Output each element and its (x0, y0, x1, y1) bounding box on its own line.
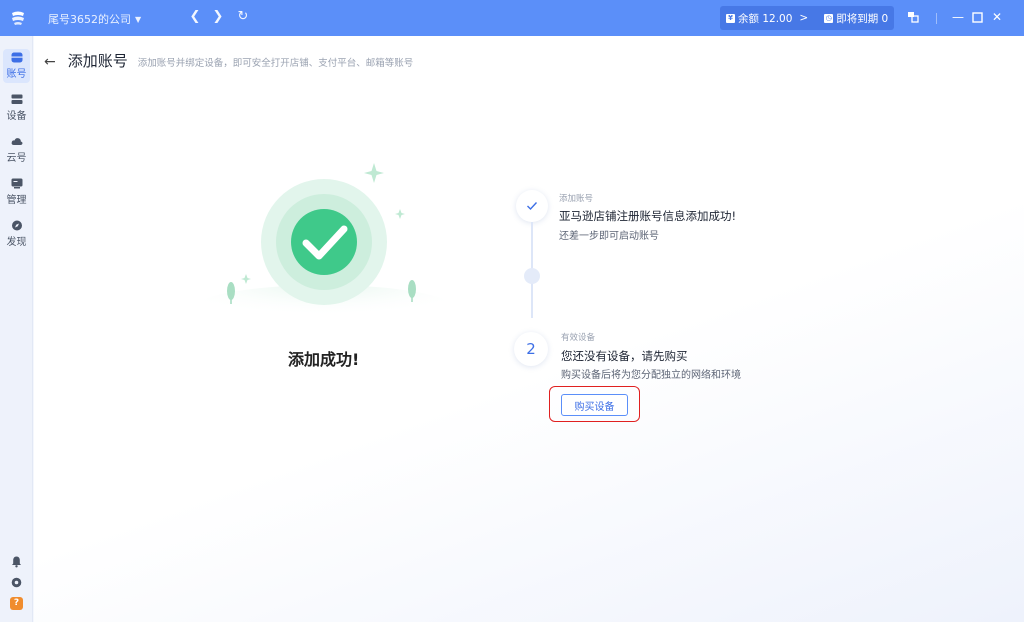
cloud-icon (11, 138, 22, 145)
main-content: ← 添加账号 添加账号并绑定设备，即可安全打开店铺、支付平台、邮箱等账号 添加成… (34, 36, 1024, 622)
sidebar-item-device[interactable]: 设备 (0, 94, 33, 122)
success-illustration (189, 163, 459, 321)
step-1-tag: 添加账号 (559, 194, 594, 204)
screen-toggle-icon[interactable] (907, 11, 919, 23)
maximize-button[interactable] (972, 12, 983, 23)
page-subtitle: 添加账号并绑定设备，即可安全打开店铺、支付平台、邮箱等账号 (137, 58, 414, 69)
refresh-icon[interactable]: ↻ (235, 9, 251, 24)
gear-icon[interactable] (10, 576, 23, 589)
step-2-title: 您还没有设备，请先购买 (561, 349, 688, 363)
page-title: 添加账号 (67, 52, 128, 70)
step-1-title: 亚马逊店铺注册账号信息添加成功! (559, 209, 737, 223)
sidebar: 账号 设备 云号 管理 发现 ? (0, 36, 33, 622)
step-2-tag: 有效设备 (561, 333, 596, 343)
success-message: 添加成功! (288, 350, 360, 369)
balance-label: 余额 12.00 (738, 12, 793, 25)
expire-label: 即将到期 0 (836, 12, 889, 25)
device-icon (11, 94, 22, 104)
step-1-indicator (516, 190, 548, 222)
titlebar-divider (936, 13, 937, 24)
wallet-icon: ¥ (726, 13, 735, 23)
clock-icon: ◷ (824, 13, 834, 23)
minimize-button[interactable]: — (951, 10, 965, 24)
sidebar-item-label: 发现 (6, 237, 27, 248)
close-button[interactable]: ✕ (990, 10, 1004, 24)
step-connector-dot (524, 268, 540, 284)
forward-nav-button[interactable]: ❯ (210, 9, 226, 24)
back-nav-button[interactable]: ❮ (187, 9, 203, 24)
page-header: ← 添加账号 添加账号并绑定设备，即可安全打开店铺、支付平台、邮箱等账号 (44, 50, 413, 71)
expire-button[interactable]: ◷ 即将到期 0 (818, 11, 888, 26)
manage-icon (11, 178, 22, 189)
balance-arrow: > (799, 12, 809, 24)
app-logo-icon (12, 11, 24, 25)
sidebar-item-label: 管理 (6, 195, 27, 206)
account-icon (11, 52, 22, 63)
sidebar-item-discover[interactable]: 发现 (0, 220, 33, 248)
company-switcher[interactable]: 尾号3652的公司 ▼ (48, 11, 141, 27)
balance-panel: ¥ 余额 12.00 > ◷ 即将到期 0 (720, 6, 894, 30)
caret-down-icon: ▼ (135, 14, 142, 24)
back-arrow-icon[interactable]: ← (44, 54, 56, 70)
sidebar-item-account[interactable]: 账号 (3, 49, 30, 83)
help-icon[interactable]: ? (10, 597, 23, 610)
step-2-indicator: 2 (514, 332, 548, 366)
step-2-desc: 购买设备后将为您分配独立的网络和环境 (561, 370, 741, 381)
sidebar-item-cloud[interactable]: 云号 (0, 136, 33, 164)
sidebar-item-label: 账号 (6, 69, 27, 80)
step-2-number: 2 (526, 340, 536, 358)
balance-button[interactable]: ¥ 余额 12.00 > (720, 11, 808, 26)
company-name: 尾号3652的公司 (48, 13, 131, 26)
discover-icon (11, 220, 22, 231)
title-bar: 尾号3652的公司 ▼ ❮ ❯ ↻ ¥ 余额 12.00 > ◷ 即将到期 0 … (0, 0, 1024, 36)
step-1-desc: 还差一步即可启动账号 (559, 231, 659, 242)
buy-device-button[interactable]: 购买设备 (561, 394, 628, 416)
sidebar-item-manage[interactable]: 管理 (0, 178, 33, 206)
sidebar-item-label: 云号 (6, 153, 27, 164)
sidebar-item-label: 设备 (6, 111, 27, 122)
check-icon (527, 202, 538, 211)
bell-icon[interactable] (10, 555, 23, 568)
